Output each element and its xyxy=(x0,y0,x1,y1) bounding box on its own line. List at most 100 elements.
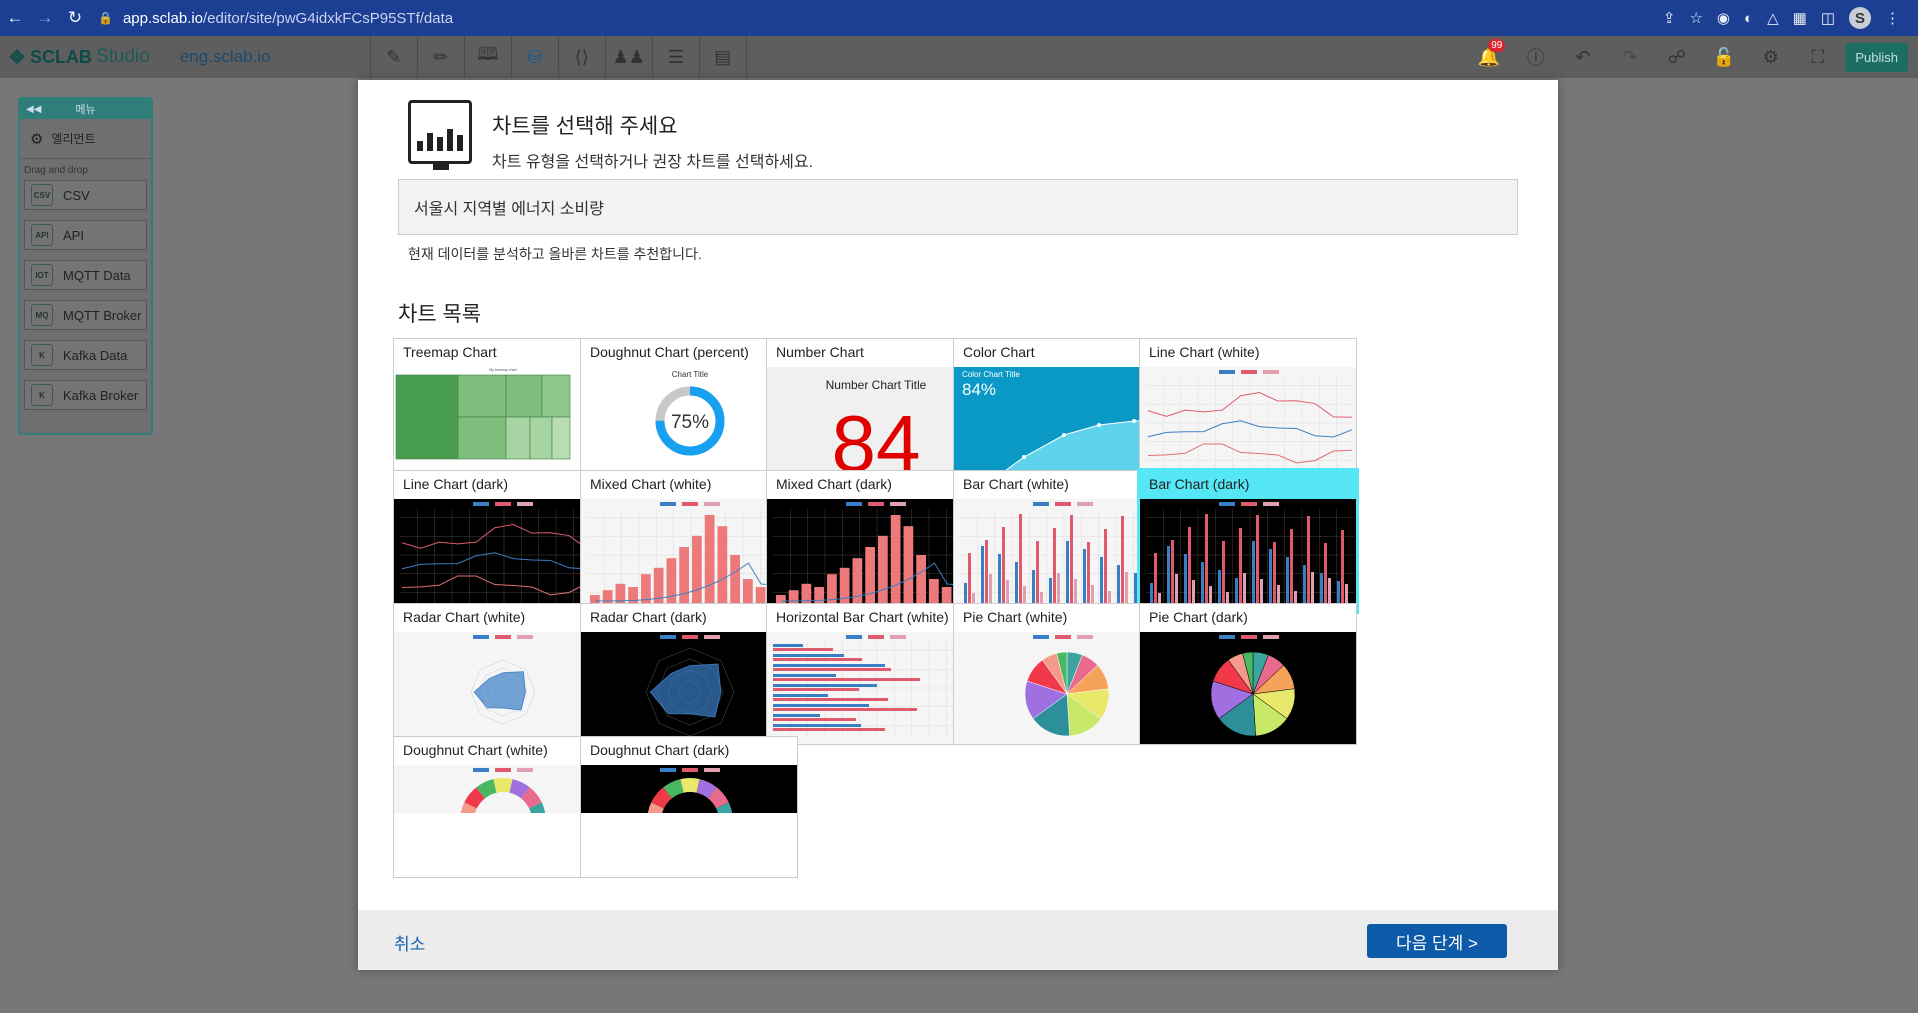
chart-card-line-dark[interactable]: Line Chart (dark) xyxy=(393,470,611,612)
notification-bell-icon[interactable]: 🔔 99 xyxy=(1465,36,1512,78)
doughnut-segment xyxy=(460,802,478,822)
code-icon[interactable]: ⟨⟩ xyxy=(559,36,606,78)
chart-card-label: Pie Chart (dark) xyxy=(1149,609,1248,625)
help-icon[interactable]: ⓘ xyxy=(1512,36,1559,78)
chart-card-label: Doughnut Chart (percent) xyxy=(590,344,749,360)
unlock-icon[interactable]: 🔓 xyxy=(1700,36,1747,78)
sidebar-item[interactable]: IOT MQTT Data xyxy=(24,260,147,290)
address-bar[interactable]: 🔒 app.sclab.io/editor/site/pwG4idxkFCsP9… xyxy=(98,10,453,27)
users-icon[interactable]: ♟♟ xyxy=(606,36,653,78)
sidepanel-icon[interactable]: ◫ xyxy=(1821,9,1835,27)
browser-menu-icon[interactable]: ⋮ xyxy=(1885,9,1900,27)
collapse-icon[interactable]: ◀◀ xyxy=(26,104,41,115)
bookmark-star-icon[interactable]: ☆ xyxy=(1689,9,1702,27)
sidebar-item-label: MQTT Broker xyxy=(63,307,142,323)
profile-avatar[interactable]: S xyxy=(1849,7,1871,29)
datasource-icon: MQ xyxy=(31,304,53,326)
color-extension-icon[interactable]: ◐ xyxy=(1744,10,1753,27)
share-link-icon[interactable]: ☍ xyxy=(1653,36,1700,78)
sidebar-item[interactable]: K Kafka Data xyxy=(24,340,147,370)
publish-button[interactable]: Publish xyxy=(1845,42,1908,72)
legend-swatch xyxy=(660,635,676,639)
datasource-icon: K xyxy=(31,384,53,406)
hbar xyxy=(773,664,885,667)
database-icon[interactable]: ⛁ xyxy=(512,36,559,78)
chart-card-label: Line Chart (dark) xyxy=(403,476,509,492)
next-step-button[interactable]: 다음 단계 > xyxy=(1367,924,1507,958)
bar xyxy=(1171,540,1174,603)
chart-preview-svg: Color Chart Title84% xyxy=(954,367,1170,479)
elements-label: 엘리먼트 xyxy=(51,132,96,146)
cancel-button[interactable]: 취소 xyxy=(394,930,425,955)
chart-list: Treemap Chart My treemap chart Doughnut Ch… xyxy=(393,338,1533,966)
chart-card-mixed-dark[interactable]: Mixed Chart (dark) xyxy=(766,470,984,612)
chart-card-hbar-white[interactable]: Horizontal Bar Chart (white) xyxy=(766,603,984,745)
chart-card-label: Radar Chart (dark) xyxy=(590,609,707,625)
bar xyxy=(1036,541,1039,603)
sidebar-item[interactable]: CSV CSV xyxy=(24,180,147,210)
sidebar-item[interactable]: API API xyxy=(24,220,147,250)
bar xyxy=(964,583,967,603)
color-point xyxy=(1132,419,1136,423)
list-icon[interactable]: ☰ xyxy=(653,36,700,78)
extension-icon[interactable]: △ xyxy=(1767,9,1779,27)
sidebar-item[interactable]: MQ MQTT Broker xyxy=(24,300,147,330)
chart-card-line-white[interactable]: Line Chart (white) xyxy=(1139,338,1357,480)
dialog-footer: 취소 다음 단계 > xyxy=(358,910,1558,970)
chart-card-doughnut-dark[interactable]: Doughnut Chart (dark) xyxy=(580,736,798,878)
sidebar-elements[interactable]: ⚙ 엘리먼트 xyxy=(20,119,151,159)
mixed-bar xyxy=(717,526,728,603)
chart-preview: Chart Title 75% xyxy=(581,367,797,479)
chart-card-label: Doughnut Chart (white) xyxy=(403,742,548,758)
bar xyxy=(1341,530,1344,603)
chart-preview xyxy=(767,499,983,611)
undo-icon[interactable]: ↶ xyxy=(1559,36,1606,78)
hbar xyxy=(773,694,828,697)
sidebar-item-label: Kafka Broker xyxy=(63,387,139,403)
back-icon[interactable]: ← xyxy=(0,8,30,28)
bar xyxy=(1260,579,1263,603)
legend-swatch xyxy=(473,502,489,506)
site-name[interactable]: eng.sclab.io xyxy=(180,47,370,67)
chart-card-treemap[interactable]: Treemap Chart My treemap chart xyxy=(393,338,611,480)
data-name-field[interactable]: 서울시 지역별 에너지 소비량 xyxy=(398,179,1518,235)
doughnut-segment xyxy=(647,802,665,822)
settings-gear-icon[interactable]: ⚙ xyxy=(1747,36,1794,78)
fullscreen-icon[interactable]: ⛶ xyxy=(1794,36,1841,78)
camera-extension-icon[interactable]: ◉ xyxy=(1717,9,1730,27)
puzzle-icon[interactable]: ▦ xyxy=(1793,9,1807,27)
legend-swatch xyxy=(1033,502,1049,506)
chart-card-label: Number Chart xyxy=(776,344,864,360)
mixed-bar xyxy=(916,555,926,603)
hbar xyxy=(773,718,856,721)
chart-card-pie-dark[interactable]: Pie Chart (dark) xyxy=(1139,603,1357,745)
color-chart-title: Color Chart Title xyxy=(962,370,1020,379)
chart-card-bar-dark[interactable]: Bar Chart (dark) xyxy=(1137,468,1359,614)
bar xyxy=(1015,562,1018,603)
chart-card-label: Line Chart (white) xyxy=(1149,344,1260,360)
share-icon[interactable]: ⇪ xyxy=(1663,9,1676,27)
chart-preview-svg xyxy=(581,632,797,744)
pencil-icon[interactable]: ✏ xyxy=(418,36,465,78)
card-icon[interactable]: ▤ xyxy=(700,36,747,78)
dragdrop-label: Drag and drop xyxy=(24,165,88,176)
chart-card-number[interactable]: Number Chart Number Chart Title 84 xyxy=(766,338,984,480)
legend-swatch xyxy=(660,502,676,506)
reload-icon[interactable]: ↻ xyxy=(60,8,90,28)
legend-swatch xyxy=(1055,635,1071,639)
edit-icon[interactable]: ✎ xyxy=(371,36,418,78)
legend-swatch xyxy=(517,768,533,772)
book-icon[interactable]: 🕮 xyxy=(465,36,512,78)
sidebar-item[interactable]: K Kafka Broker xyxy=(24,380,147,410)
url-path: /editor/site/pwG4idxkFCsP95STf/data xyxy=(203,9,454,27)
redo-icon[interactable]: ↷ xyxy=(1606,36,1653,78)
doughnut-segment xyxy=(707,787,729,809)
mixed-bar xyxy=(941,587,952,603)
forward-icon[interactable]: → xyxy=(30,8,60,28)
legend-swatch xyxy=(682,502,698,506)
treemap-cell xyxy=(457,416,507,460)
chart-card-radar-white[interactable]: Radar Chart (white) xyxy=(393,603,611,745)
mixed-bar xyxy=(878,535,888,603)
legend-swatch xyxy=(495,635,511,639)
chart-card-doughnut-white[interactable]: Doughnut Chart (white) xyxy=(393,736,611,878)
